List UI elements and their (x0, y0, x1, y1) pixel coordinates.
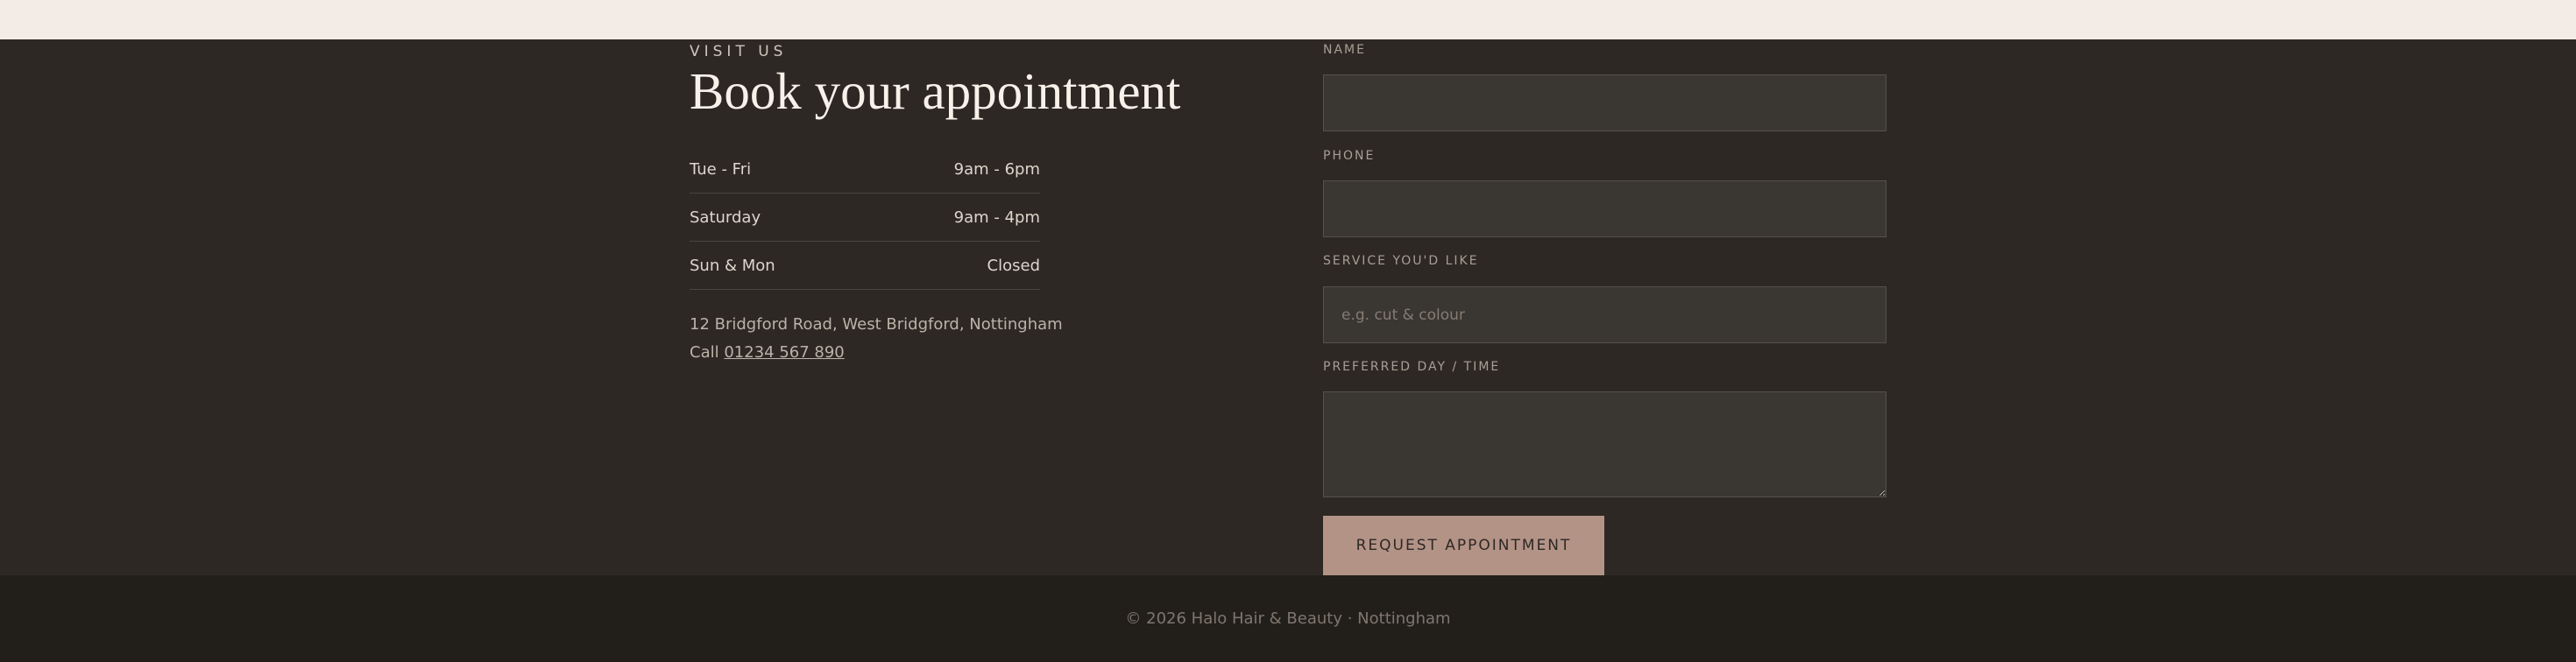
preferred-time-textarea[interactable] (1323, 391, 1886, 497)
hours-row: Saturday 9am - 4pm (690, 194, 1040, 242)
contact-details: 12 Bridgford Road, West Bridgford, Notti… (690, 311, 1063, 367)
name-label: NAME (1323, 43, 1366, 57)
phone-label: PHONE (1323, 149, 1376, 163)
hours-day: Sun & Mon (690, 256, 775, 275)
opening-hours: Tue - Fri 9am - 6pm Saturday 9am - 4pm S… (690, 145, 1040, 290)
hours-time: Closed (987, 256, 1040, 275)
hours-day: Saturday (690, 208, 761, 227)
site-footer: © 2026 Halo Hair & Beauty · Nottingham (0, 575, 2576, 662)
hours-time: 9am - 6pm (953, 159, 1040, 179)
hours-time: 9am - 4pm (953, 208, 1040, 227)
top-band (0, 0, 2576, 39)
call-prefix: Call (690, 343, 719, 362)
hours-row: Sun & Mon Closed (690, 242, 1040, 290)
section-eyebrow: VISIT US (690, 43, 788, 60)
service-input[interactable] (1323, 286, 1886, 343)
address-text: 12 Bridgford Road, West Bridgford, Notti… (690, 315, 1063, 334)
section-title: Book your appointment (690, 62, 1181, 120)
phone-input[interactable] (1323, 180, 1886, 237)
preferred-time-label: PREFERRED DAY / TIME (1323, 360, 1501, 374)
hours-row: Tue - Fri 9am - 6pm (690, 145, 1040, 194)
hours-day: Tue - Fri (690, 159, 752, 179)
footer-copyright: © 2026 Halo Hair & Beauty · Nottingham (1125, 609, 1451, 628)
request-appointment-button[interactable]: REQUEST APPOINTMENT (1323, 516, 1604, 575)
service-label: SERVICE YOU'D LIKE (1323, 254, 1479, 268)
phone-link[interactable]: 01234 567 890 (724, 343, 844, 362)
name-input[interactable] (1323, 74, 1886, 131)
phone-line: Call 01234 567 890 (690, 339, 1063, 367)
visit-section: VISIT US Book your appointment Tue - Fri… (0, 39, 2576, 575)
